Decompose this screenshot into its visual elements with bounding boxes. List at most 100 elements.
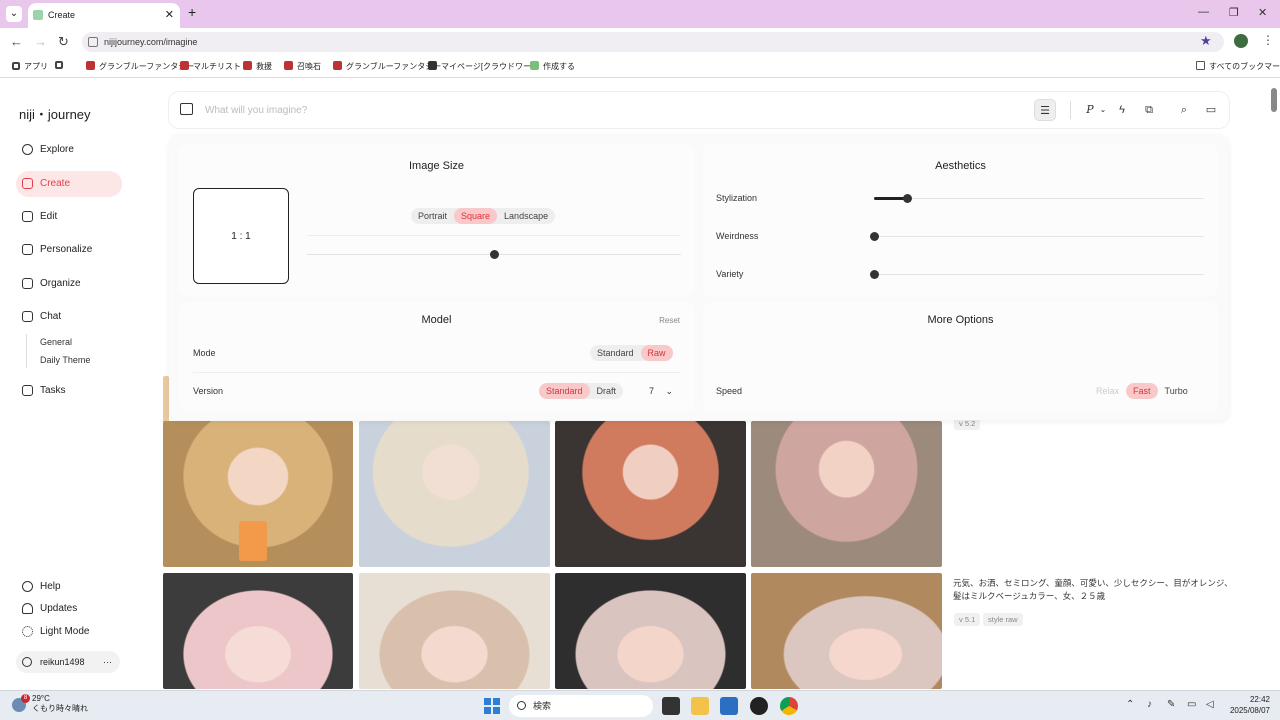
bookmark-rescue[interactable]: 救援 [243,61,272,72]
app-icon[interactable] [750,697,768,715]
feed-image[interactable] [555,421,746,567]
windows-start-icon[interactable] [484,698,500,714]
bookmark-granblue-2[interactable]: グランブルーファンタジー [333,61,441,72]
tab-favicon-icon [33,10,43,20]
prompt-input[interactable] [205,101,805,119]
stylization-slider-track[interactable] [874,198,1204,199]
mode-raw[interactable]: Raw [640,345,673,361]
file-explorer-icon[interactable] [691,697,709,715]
reset-button[interactable]: Reset [659,316,680,325]
folder-icon[interactable]: ▭ [1200,99,1222,121]
tab-close-icon[interactable]: ✕ [165,3,174,28]
mode-toggle: Standard Raw [590,345,673,361]
browser-tab[interactable]: Create ✕ [28,3,180,28]
page-scrollbar[interactable] [1271,88,1277,112]
chat-sub-general[interactable]: General [40,337,72,347]
settings-sliders-icon[interactable]: ☰ [1034,99,1056,121]
bookmark-create[interactable]: 作成する [530,61,575,72]
aesthetics-card: Aesthetics Stylization Weirdness Variety [703,144,1218,296]
speed-toggle: Relax Fast Turbo [1089,383,1195,399]
url-text: nijijourney.com/imagine [104,37,198,47]
tab-search-icon[interactable]: ⌄ [6,6,22,22]
feed-image[interactable] [555,573,746,689]
weirdness-slider-track[interactable] [874,236,1204,237]
reload-icon[interactable]: ↻ [58,34,69,50]
pen-icon[interactable]: ✎ [1167,699,1175,710]
feed-image[interactable] [359,573,550,689]
search-icon[interactable]: ⌕ [1173,99,1195,121]
orientation-landscape[interactable]: Landscape [497,208,555,224]
system-clock[interactable]: 22:42 2025/08/07 [1226,694,1270,716]
app-logo[interactable]: niji・journey [19,104,91,123]
chat-sub-daily-theme[interactable]: Daily Theme [40,355,90,365]
bookmark-star-icon[interactable]: ★ [1200,33,1212,49]
apps-grid-icon[interactable] [55,61,67,70]
user-menu[interactable]: reikun1498 ··· [16,651,120,673]
add-image-icon[interactable] [180,103,193,115]
feed-image[interactable] [751,573,942,689]
orientation-portrait[interactable]: Portrait [411,208,454,224]
lightning-icon[interactable]: ϟ [1111,99,1133,121]
minimize-icon[interactable]: — [1198,6,1209,18]
orientation-square[interactable]: Square [454,208,498,224]
variety-slider-knob[interactable] [870,270,879,279]
weather-widget[interactable]: 29°C くもり時々晴れ [32,694,88,714]
tray-chevron-icon[interactable]: ⌃ [1126,699,1134,710]
sidebar-item-edit[interactable]: Edit [16,204,122,230]
maximize-icon[interactable]: ❐ [1229,6,1239,19]
taskbar-search[interactable]: 検索 [509,695,653,717]
weirdness-slider-knob[interactable] [870,232,879,241]
version-standard[interactable]: Standard [539,383,590,399]
tab-title: Create [48,10,76,20]
feed-image[interactable] [359,421,550,567]
bookmark-summon[interactable]: 召喚石 [284,61,321,72]
mode-standard[interactable]: Standard [590,345,641,361]
forward-icon[interactable]: → [34,34,47,49]
chrome-icon[interactable] [780,697,798,715]
speed-turbo[interactable]: Turbo [1158,383,1195,399]
sidebar-item-tasks[interactable]: Tasks [16,378,122,404]
feed-image[interactable] [751,421,942,567]
bookmark-all[interactable]: すべてのブックマーク [1196,61,1280,72]
task-view-icon[interactable] [662,697,680,715]
sidebar-item-create[interactable]: Create [16,171,122,197]
orientation-toggle: Portrait Square Landscape [411,208,556,224]
stylization-slider-knob[interactable] [903,194,912,203]
version-draft[interactable]: Draft [590,383,624,399]
store-icon[interactable] [720,697,738,715]
site-info-icon[interactable] [88,37,98,47]
window-close-icon[interactable]: ✕ [1258,6,1267,19]
variety-slider-track[interactable] [874,274,1204,275]
bookmark-apps[interactable]: アプリ [12,61,48,72]
mic-icon[interactable]: ♪ [1147,699,1152,710]
bookmark-crowdworks[interactable]: マイページ[クラウドワー… [428,61,539,72]
bookmark-granblue-1[interactable]: グランブルーファンタジー [86,61,194,72]
sidebar-item-explore[interactable]: Explore [16,137,122,163]
version-select[interactable]: 7 ⌄ [649,386,673,397]
sidebar-item-chat[interactable]: Chat [16,304,122,330]
browser-menu-icon[interactable]: ⋮ [1262,33,1274,47]
stack-icon[interactable]: ⧉ [1138,99,1160,121]
edit-icon [22,211,33,222]
windows-taskbar: 8 29°C くもり時々晴れ 検索 ⌃ ♪ ✎ ▭ ◁ 22:42 2025/0… [0,690,1280,720]
speed-fast[interactable]: Fast [1126,383,1158,399]
chevron-down-icon: ⌄ [665,386,674,396]
new-tab-icon[interactable]: + [188,4,196,20]
profile-avatar[interactable] [1234,34,1248,48]
back-icon[interactable]: ← [10,34,23,49]
sidebar-item-personalize[interactable]: Personalize [16,237,122,263]
feed-image[interactable] [163,421,353,567]
apps-icon [12,62,20,70]
network-icon[interactable]: ▭ [1187,699,1196,710]
size-slider-knob[interactable] [490,250,499,259]
volume-icon[interactable]: ◁ [1206,699,1214,710]
sidebar-item-light-mode[interactable]: Light Mode [16,619,122,645]
speed-relax[interactable]: Relax [1089,383,1126,399]
bell-icon [22,603,33,614]
more-icon[interactable]: ··· [103,651,112,673]
prompt-caption[interactable]: 元気、お洒、セミロング、童顔、可愛い、少しセクシー、目がオレンジ、髪はミルクベー… [953,577,1233,603]
feed-image[interactable] [163,573,353,689]
bookmark-multilist[interactable]: マルチリスト [180,61,241,72]
address-bar[interactable]: nijijourney.com/imagine [82,32,1224,52]
sidebar-item-organize[interactable]: Organize [16,271,122,297]
